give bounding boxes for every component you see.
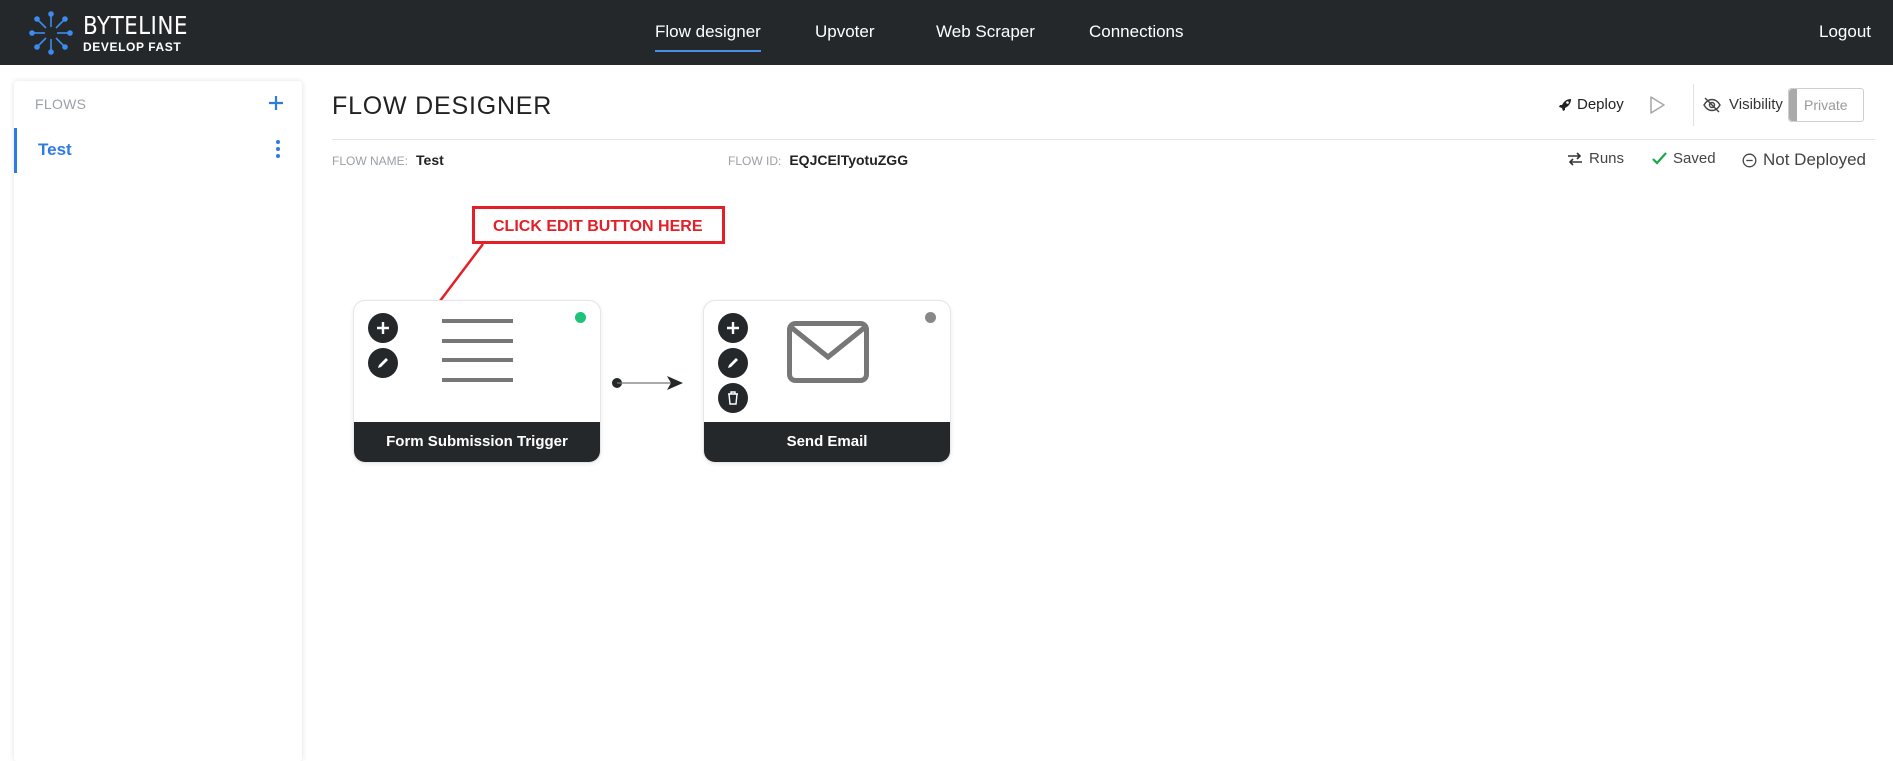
visibility-label: Visibility bbox=[1729, 96, 1783, 113]
deploy-status-label: Not Deployed bbox=[1763, 150, 1867, 169]
flows-sidebar: FLOWS Test bbox=[14, 81, 302, 761]
nav-upvoter[interactable]: Upvoter bbox=[815, 22, 875, 42]
deploy-button[interactable]: Deploy bbox=[1557, 96, 1624, 113]
node-add-button[interactable] bbox=[718, 313, 748, 343]
flow-id-field: FLOW ID: EQJCElTyotuZGG bbox=[728, 152, 908, 168]
rocket-icon bbox=[1559, 98, 1571, 111]
brand-name: BYTELINE bbox=[83, 11, 188, 40]
flow-node-send-email[interactable]: Send Email bbox=[703, 300, 951, 463]
flow-id-label: FLOW ID: bbox=[728, 154, 782, 168]
byteline-logo-icon bbox=[29, 11, 73, 55]
callout-text: CLICK EDIT BUTTON HERE bbox=[493, 218, 703, 235]
sidebar-item-label: Test bbox=[38, 140, 72, 159]
plus-icon bbox=[377, 322, 389, 334]
flow-name-value[interactable]: Test bbox=[416, 152, 444, 168]
visibility-control: Visibility bbox=[1703, 96, 1783, 113]
check-icon bbox=[1652, 152, 1667, 165]
node-title: Send Email bbox=[704, 422, 950, 462]
plus-icon bbox=[269, 96, 283, 110]
node-title: Form Submission Trigger bbox=[354, 422, 600, 462]
node-status-dot bbox=[925, 312, 936, 323]
nav-flow-designer[interactable]: Flow designer bbox=[655, 22, 761, 52]
minus-circle-icon bbox=[1742, 153, 1757, 167]
pencil-icon bbox=[728, 358, 738, 368]
header-divider bbox=[332, 139, 1875, 140]
toggle-knob bbox=[1789, 89, 1797, 121]
nav-connections[interactable]: Connections bbox=[1089, 22, 1184, 42]
flows-header: FLOWS bbox=[35, 96, 87, 112]
runs-label: Runs bbox=[1589, 150, 1625, 167]
visibility-value: Private bbox=[1804, 97, 1848, 113]
flow-id-value: EQJCElTyotuZGG bbox=[789, 152, 909, 168]
run-play-icon[interactable] bbox=[1648, 95, 1666, 115]
deploy-status: Not Deployed bbox=[1742, 150, 1866, 170]
runs-button[interactable]: Runs bbox=[1567, 150, 1624, 167]
sidebar-item-test[interactable]: Test bbox=[14, 128, 302, 173]
brand-logo[interactable]: BYTELINE DEVELOP FAST bbox=[28, 10, 205, 56]
pencil-icon bbox=[378, 358, 388, 368]
instruction-callout: CLICK EDIT BUTTON HERE bbox=[472, 206, 725, 244]
nav-web-scraper[interactable]: Web Scraper bbox=[936, 22, 1035, 42]
brand-tagline: DEVELOP FAST bbox=[83, 40, 182, 54]
deploy-label: Deploy bbox=[1577, 96, 1624, 113]
node-delete-button[interactable] bbox=[718, 383, 748, 413]
visibility-toggle[interactable]: Private bbox=[1788, 88, 1864, 122]
node-edit-button[interactable] bbox=[718, 348, 748, 378]
node-status-dot bbox=[575, 312, 586, 323]
page-title: FLOW DESIGNER bbox=[332, 92, 553, 120]
saved-label: Saved bbox=[1673, 150, 1716, 167]
trash-icon bbox=[728, 391, 738, 405]
more-vertical-icon[interactable] bbox=[276, 140, 280, 158]
flow-name-field: FLOW NAME: Test bbox=[332, 152, 444, 168]
eye-slash-icon bbox=[1703, 97, 1721, 112]
toolbar-divider bbox=[1693, 84, 1694, 126]
plus-icon bbox=[727, 322, 739, 334]
flow-node-form-submission-trigger[interactable]: Form Submission Trigger bbox=[353, 300, 601, 463]
add-flow-button[interactable] bbox=[268, 89, 284, 115]
swap-arrows-icon bbox=[1568, 151, 1582, 166]
node-add-button[interactable] bbox=[368, 313, 398, 343]
saved-status: Saved bbox=[1652, 150, 1716, 167]
top-navbar: BYTELINE DEVELOP FAST Flow designer Upvo… bbox=[0, 0, 1893, 65]
node-edit-button[interactable] bbox=[368, 348, 398, 378]
logout-link[interactable]: Logout bbox=[1819, 22, 1871, 42]
envelope-icon bbox=[787, 321, 869, 383]
flow-name-label: FLOW NAME: bbox=[332, 154, 409, 168]
